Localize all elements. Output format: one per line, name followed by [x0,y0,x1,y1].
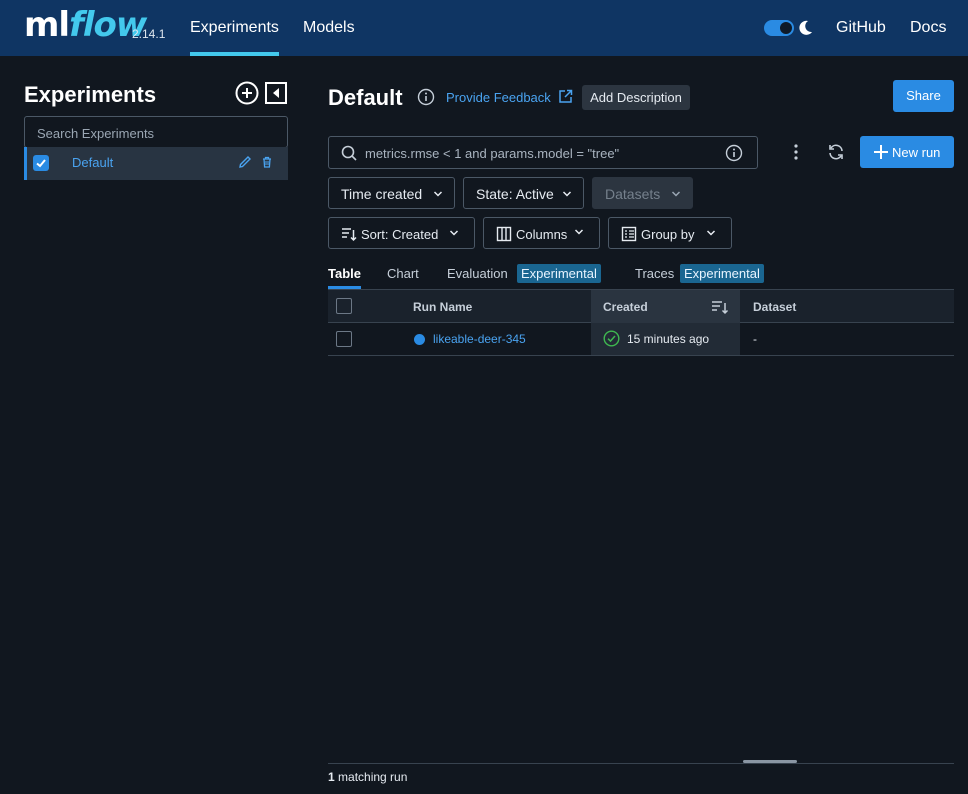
experimental-badge: Experimental [517,264,601,283]
matching-runs-count: 1 matching run [328,770,407,784]
datasets-dropdown[interactable]: Datasets [592,177,693,209]
nav-experiments[interactable]: Experiments [190,19,279,37]
columns-icon [496,226,512,242]
run-name-link[interactable]: likeable-deer-345 [433,332,526,346]
refresh-icon[interactable] [827,143,845,161]
info-icon[interactable] [417,88,435,106]
sidebar-title: Experiments [24,82,157,107]
nav-models[interactable]: Models [303,19,355,37]
table-header: Run Name Created Dataset [328,290,954,323]
state-dropdown[interactable]: State: Active [463,177,584,209]
add-description-button[interactable]: Add Description [582,85,690,110]
columns-dropdown[interactable]: Columns [483,217,600,249]
version-label: 2.14.1 [132,27,166,41]
trash-icon[interactable] [260,155,274,169]
chevron-down-icon [562,189,572,199]
nav-active-indicator [190,52,279,56]
chevron-down-icon [433,189,443,199]
plus-icon [873,144,889,160]
time-created-label: Time created [341,186,423,202]
sort-descending-icon[interactable] [711,299,729,315]
page-title: Default [328,85,403,110]
match-suffix: matching run [338,770,408,784]
provide-feedback-link[interactable]: Provide Feedback [446,90,551,105]
search-info-icon[interactable] [725,144,743,162]
sidebar-item-default[interactable]: Default [24,147,288,180]
experimental-badge: Experimental [680,264,764,283]
new-run-label: New run [892,145,941,160]
search-experiments-placeholder: Search Experiments [37,126,155,141]
toggle-knob [780,22,792,34]
sort-dropdown[interactable]: Sort: Created [328,217,475,249]
state-label: State: Active [476,186,554,202]
created-value: 15 minutes ago [627,332,710,346]
created-cell: 15 minutes ago [591,323,740,355]
column-header-created[interactable]: Created [591,290,740,323]
top-navbar: mlflow 2.14.1 Experiments Models GitHub … [0,0,968,56]
columns-label: Columns [516,227,568,242]
sort-label: Sort: Created [361,227,439,242]
chevron-down-icon [706,228,716,238]
group-by-dropdown[interactable]: Group by [608,217,732,249]
collapse-sidebar-icon[interactable] [265,82,287,104]
search-experiments-input[interactable]: Search Experiments [24,116,288,148]
sidebar-item-label[interactable]: Default [72,155,113,170]
new-run-button[interactable]: New run [860,136,954,168]
tab-evaluation[interactable]: Evaluation [447,266,508,281]
tab-chart[interactable]: Chart [387,266,419,281]
success-check-icon [603,330,620,347]
footer-divider [328,763,954,764]
row-checkbox[interactable] [336,331,352,347]
share-button[interactable]: Share [893,80,954,112]
match-count: 1 [328,770,335,784]
dataset-value: - [753,332,757,346]
chevron-down-icon [671,189,681,199]
column-header-run-name[interactable]: Run Name [413,300,472,314]
edit-icon[interactable] [237,154,253,170]
more-options-icon[interactable] [788,143,804,161]
logo-ml: ml [24,5,70,45]
add-experiment-icon[interactable] [235,81,259,105]
moon-icon [799,20,813,36]
group-icon [621,226,637,242]
tab-table[interactable]: Table [328,266,361,281]
chevron-down-icon [449,228,459,238]
runs-table: Run Name Created Dataset likeable-deer-3… [328,289,954,356]
nav-github[interactable]: GitHub [836,19,886,37]
table-row[interactable]: likeable-deer-345 15 minutes ago - [328,323,954,356]
search-icon [341,145,357,161]
sort-icon [341,226,357,242]
select-all-checkbox[interactable] [336,298,352,314]
experiment-checkbox[interactable] [33,155,49,171]
horizontal-scrollbar[interactable] [743,760,797,763]
external-link-icon[interactable] [558,89,573,104]
theme-toggle[interactable] [764,20,794,36]
tab-traces[interactable]: Traces [635,266,674,281]
runs-search-input[interactable]: metrics.rmse < 1 and params.model = "tre… [328,136,758,169]
runs-search-placeholder: metrics.rmse < 1 and params.model = "tre… [365,146,620,161]
time-created-dropdown[interactable]: Time created [328,177,455,209]
nav-docs[interactable]: Docs [910,19,946,37]
column-header-created-label: Created [603,300,648,314]
run-color-dot[interactable] [414,334,425,345]
group-by-label: Group by [641,227,695,242]
column-header-dataset[interactable]: Dataset [753,300,796,314]
chevron-down-icon [574,227,584,237]
datasets-label: Datasets [605,186,661,202]
